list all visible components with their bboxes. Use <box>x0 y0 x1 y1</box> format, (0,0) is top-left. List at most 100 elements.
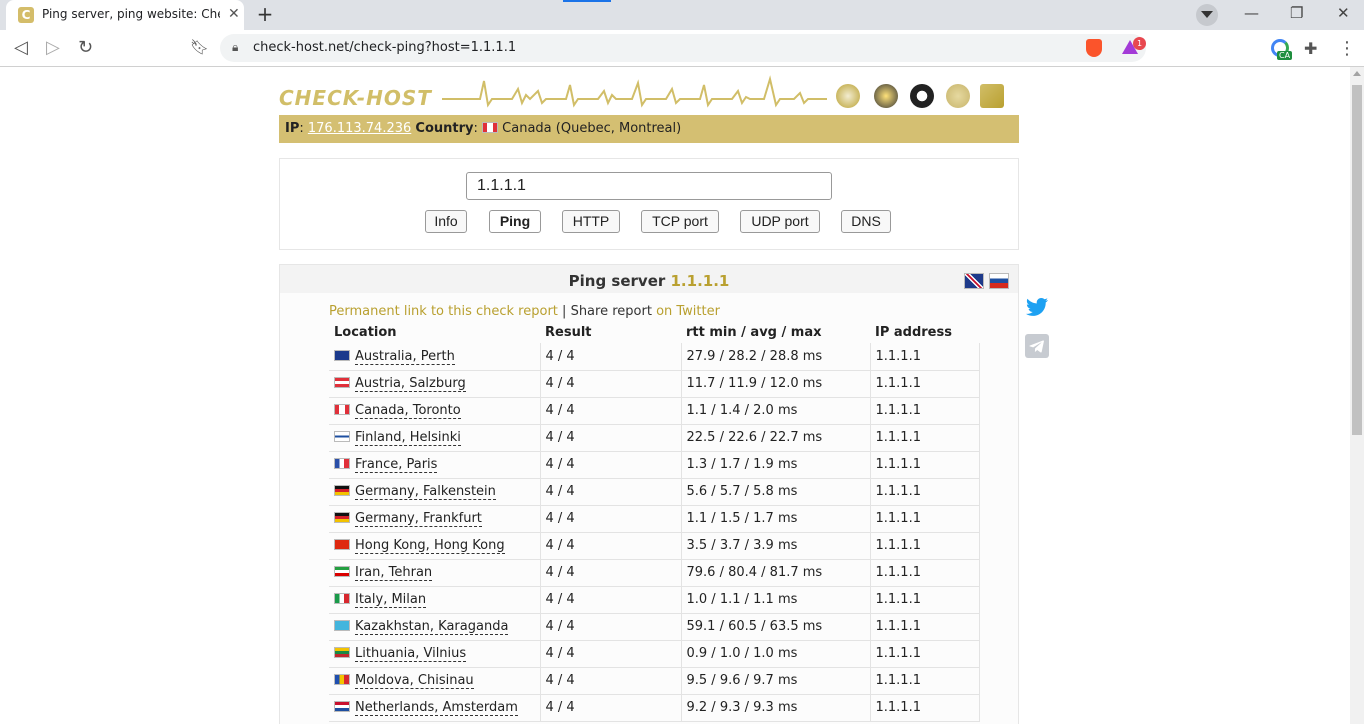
apple-icon <box>946 84 970 108</box>
location-link[interactable]: Hong Kong, Hong Kong <box>355 538 505 554</box>
location-link[interactable]: Iran, Tehran <box>355 565 433 581</box>
country-flag-icon <box>334 566 350 577</box>
page-viewport: CHECK-HOST IP: 176.113.74.236 Country: C… <box>0 67 1364 724</box>
new-tab-button[interactable]: + <box>254 4 276 26</box>
heartbeat-line-icon <box>442 75 827 108</box>
location-link[interactable]: Netherlands, Amsterdam <box>355 700 518 716</box>
scrollbar-thumb[interactable] <box>1352 85 1362 435</box>
country-flag-icon <box>334 431 350 442</box>
tab-search-button[interactable] <box>1196 4 1218 26</box>
cell-location: Moldova, Chisinau <box>329 667 541 695</box>
cell-location: Australia, Perth <box>329 343 541 371</box>
reload-icon[interactable]: ↻ <box>78 37 93 58</box>
extensions-puzzle-icon[interactable]: ✚ <box>1304 39 1317 58</box>
location-link[interactable]: France, Paris <box>355 457 438 473</box>
table-row: Italy, Milan 4 / 4 1.0 / 1.1 / 1.1 ms 1.1.1… <box>329 586 980 614</box>
back-icon[interactable]: ◁ <box>14 37 28 58</box>
brave-shields-icon[interactable] <box>1086 39 1102 57</box>
cell-result: 4 / 4 <box>540 370 682 398</box>
visitor-ip-link[interactable]: 176.113.74.236 <box>308 121 411 136</box>
table-row: Australia, Perth 4 / 4 27.9 / 28.2 / 28.8 … <box>329 343 980 371</box>
cell-ip: 1.1.1.1 <box>870 586 980 614</box>
link-separator: | <box>562 304 567 319</box>
forward-icon[interactable]: ▷ <box>46 37 60 58</box>
bsd-daemon-icon <box>874 84 898 108</box>
location-link[interactable]: Australia, Perth <box>355 348 455 365</box>
telegram-icon[interactable] <box>1025 334 1049 358</box>
cell-ip: 1.1.1.1 <box>870 532 980 560</box>
cell-location: Netherlands, Amsterdam <box>329 694 541 722</box>
location-link[interactable]: Canada, Toronto <box>355 403 461 419</box>
minimize-icon[interactable]: — <box>1244 4 1259 22</box>
cell-result: 4 / 4 <box>540 343 682 371</box>
browser-tab-strip: C Ping server, ping website: Check h ✕ +… <box>0 0 1364 30</box>
table-row: Netherlands, Amsterdam 4 / 4 9.2 / 9.3 / 9… <box>329 694 980 722</box>
dns-button[interactable]: DNS <box>841 210 891 233</box>
http-button[interactable]: HTTP <box>562 210 620 233</box>
bookmark-icon[interactable]: 🔖︎ <box>190 38 209 56</box>
browser-tab[interactable]: C Ping server, ping website: Check h ✕ <box>6 0 244 30</box>
scroll-up-icon[interactable] <box>1353 71 1361 76</box>
russian-flag-icon[interactable] <box>989 273 1009 289</box>
cell-location: Lithuania, Vilnius <box>329 640 541 668</box>
cell-ip: 1.1.1.1 <box>870 640 980 668</box>
location-link[interactable]: Moldova, Chisinau <box>355 673 474 689</box>
cell-location: Germany, Falkenstein <box>329 478 541 506</box>
cell-result: 4 / 4 <box>540 532 682 560</box>
table-row: Hong Kong, Hong Kong 4 / 4 3.5 / 3.7 / 3.9… <box>329 532 980 560</box>
cell-location: Iran, Tehran <box>329 559 541 587</box>
window-close-icon[interactable]: ✕ <box>1337 4 1350 22</box>
country-flag-icon <box>334 485 350 496</box>
tab-close-icon[interactable]: ✕ <box>228 6 240 22</box>
cell-location: Austria, Salzburg <box>329 370 541 398</box>
browser-menu-icon[interactable]: ⋮ <box>1338 38 1356 59</box>
extension-ca-icon[interactable]: CA <box>1271 39 1293 61</box>
address-bar[interactable]: 🔒︎ check-host.net/check-ping?host=1.1.1.… <box>220 34 1146 62</box>
location-link[interactable]: Lithuania, Vilnius <box>355 646 467 662</box>
ping-button[interactable]: Ping <box>489 210 541 233</box>
cell-ip: 1.1.1.1 <box>870 505 980 533</box>
cell-rtt: 0.9 / 1.0 / 1.0 ms <box>681 640 871 668</box>
cell-rtt: 3.5 / 3.7 / 3.9 ms <box>681 532 871 560</box>
page-scrollbar[interactable] <box>1350 67 1364 724</box>
cell-ip: 1.1.1.1 <box>870 694 980 722</box>
tcp-port-button[interactable]: TCP port <box>641 210 719 233</box>
location-link[interactable]: Germany, Falkenstein <box>355 484 496 500</box>
cell-result: 4 / 4 <box>540 667 682 695</box>
cell-result: 4 / 4 <box>540 586 682 614</box>
url-text[interactable]: check-host.net/check-ping?host=1.1.1.1 <box>253 40 516 55</box>
location-link[interactable]: Finland, Helsinki <box>355 430 461 446</box>
share-twitter-link[interactable]: on Twitter <box>656 304 720 319</box>
cell-rtt: 1.0 / 1.1 / 1.1 ms <box>681 586 871 614</box>
location-link[interactable]: Germany, Frankfurt <box>355 511 482 527</box>
table-row: Kazakhstan, Karaganda 4 / 4 59.1 / 60.5 / … <box>329 613 980 641</box>
location-link[interactable]: Italy, Milan <box>355 592 427 608</box>
linux-tux-icon <box>910 84 934 108</box>
cell-ip: 1.1.1.1 <box>870 559 980 587</box>
cell-rtt: 9.2 / 9.3 / 9.3 ms <box>681 694 871 722</box>
column-header-location: Location <box>334 325 397 340</box>
info-button[interactable]: Info <box>425 210 467 233</box>
country-flag-icon <box>334 593 350 604</box>
cell-rtt: 1.3 / 1.7 / 1.9 ms <box>681 451 871 479</box>
table-row: Iran, Tehran 4 / 4 79.6 / 80.4 / 81.7 ms 1.… <box>329 559 980 587</box>
udp-port-button[interactable]: UDP port <box>740 210 820 233</box>
table-row: Lithuania, Vilnius 4 / 4 0.9 / 1.0 / 1.0 m… <box>329 640 980 668</box>
telegram-plane-icon <box>1029 340 1044 353</box>
country-flag-icon <box>334 701 350 712</box>
cell-rtt: 27.9 / 28.2 / 28.8 ms <box>681 343 871 371</box>
cell-result: 4 / 4 <box>540 613 682 641</box>
country-label: Country <box>415 121 474 136</box>
location-link[interactable]: Kazakhstan, Karaganda <box>355 619 509 635</box>
location-link[interactable]: Austria, Salzburg <box>355 376 466 392</box>
lock-icon[interactable]: 🔒︎ <box>232 40 238 55</box>
report-links: Permanent link to this check report | Sh… <box>329 304 720 319</box>
permanent-link[interactable]: Permanent link to this check report <box>329 304 558 319</box>
english-flag-icon[interactable] <box>964 273 984 289</box>
host-input[interactable]: 1.1.1.1 <box>466 172 832 200</box>
restore-icon[interactable]: ❐ <box>1290 4 1303 22</box>
twitter-icon[interactable] <box>1025 297 1049 319</box>
check-host-logo[interactable]: CHECK-HOST <box>279 86 432 110</box>
table-row: Canada, Toronto 4 / 4 1.1 / 1.4 / 2.0 ms 1.… <box>329 397 980 425</box>
country-flag-icon <box>334 349 350 361</box>
